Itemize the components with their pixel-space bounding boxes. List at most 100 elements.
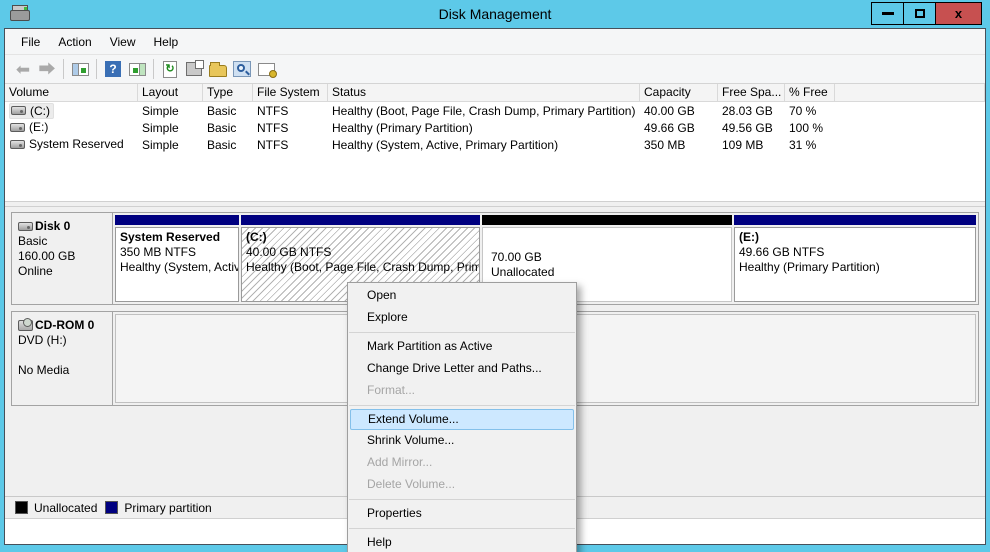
back-icon: ⬅	[15, 59, 31, 79]
menu-view[interactable]: View	[101, 31, 145, 53]
partition-color-band	[734, 215, 976, 225]
title-bar: Disk Management x	[0, 0, 990, 28]
refresh-icon: ↻	[163, 60, 177, 78]
view-button[interactable]	[230, 57, 254, 81]
menu-separator	[349, 332, 575, 333]
snapin-button[interactable]	[254, 57, 278, 81]
partition-title: (E:)	[739, 230, 759, 244]
partition-system-reserved[interactable]: System Reserved 350 MB NTFS Healthy (Sys…	[115, 215, 239, 302]
disk-name: CD-ROM 0	[35, 318, 95, 332]
menu-item-delete-volume: Delete Volume...	[367, 477, 456, 491]
minimize-icon	[881, 12, 894, 15]
column-header-volume[interactable]: Volume	[5, 84, 138, 102]
partition-status: Healthy (Boot, Page File, Crash Dump, Pr…	[246, 260, 479, 274]
help-button[interactable]: ?	[101, 57, 125, 81]
context-menu: Open Explore Mark Partition as Active Ch…	[347, 282, 577, 552]
search-icon	[233, 61, 251, 77]
open-folder-icon	[209, 61, 227, 77]
volume-type: Basic	[207, 137, 237, 152]
volume-icon	[10, 122, 25, 132]
volume-file-system: NTFS	[257, 103, 289, 118]
toolbar: ⬅ ⮕ ? ↻	[5, 55, 985, 84]
legend-label: Primary partition	[124, 500, 212, 515]
column-header-pct-free[interactable]: % Free	[785, 84, 835, 102]
menu-item-shrink-volume[interactable]: Shrink Volume...	[348, 430, 576, 452]
partition-status: Healthy (Primary Partition)	[739, 260, 880, 274]
table-row-volume-c[interactable]: (C:) Simple Basic NTFS Healthy (Boot, Pa…	[5, 102, 985, 119]
partition-size: 70.00 GB	[491, 249, 542, 264]
menu-file[interactable]: File	[12, 31, 49, 53]
column-header-capacity[interactable]: Capacity	[640, 84, 718, 102]
menu-separator	[349, 499, 575, 500]
volume-free-space: 109 MB	[722, 137, 764, 152]
volume-icon	[11, 106, 26, 115]
partition-size: 350 MB NTFS	[120, 245, 197, 259]
menu-item-properties[interactable]: Properties	[348, 503, 576, 525]
column-header-layout[interactable]: Layout	[138, 84, 203, 102]
toolbar-separator	[96, 59, 97, 79]
column-header-type[interactable]: Type	[203, 84, 253, 102]
volume-list: Volume Layout Type File System Status Ca…	[5, 84, 985, 201]
show-console-tree-button[interactable]	[68, 57, 92, 81]
menu-item-open[interactable]: Open	[348, 285, 576, 307]
menu-item-extend-volume[interactable]: Extend Volume...	[350, 409, 574, 430]
partition-status: Unallocated	[491, 264, 555, 279]
partition-e[interactable]: (E:) 49.66 GB NTFS Healthy (Primary Part…	[734, 215, 976, 302]
column-header-filler	[835, 84, 985, 102]
partition-size: 49.66 GB NTFS	[739, 245, 825, 259]
table-row-volume-system-reserved[interactable]: System Reserved Simple Basic NTFS Health…	[5, 136, 985, 153]
volume-name: (E:)	[29, 120, 49, 135]
maximize-button[interactable]	[903, 2, 936, 25]
properties-icon	[186, 60, 204, 76]
cdrom-0-info[interactable]: CD-ROM 0 DVD (H:) No Media	[12, 312, 113, 405]
menu-item-add-mirror: Add Mirror...	[367, 455, 433, 469]
disk-state: No Media	[18, 363, 70, 377]
volume-pct-free: 70 %	[789, 103, 817, 118]
column-header-file-system[interactable]: File System	[253, 84, 328, 102]
toolbar-separator	[153, 59, 154, 79]
show-console-tree-icon	[71, 62, 89, 76]
partition-title: System Reserved	[120, 230, 221, 244]
refresh-button[interactable]: ↻	[158, 57, 182, 81]
menu-item-change-drive-letter[interactable]: Change Drive Letter and Paths...	[348, 358, 576, 380]
close-icon: x	[954, 6, 963, 21]
disk-size: 160.00 GB	[18, 249, 76, 263]
volume-capacity: 49.66 GB	[644, 120, 695, 135]
volume-layout: Simple	[142, 120, 179, 135]
menu-help[interactable]: Help	[145, 31, 188, 53]
volume-icon	[10, 139, 25, 149]
partition-title: (C:)	[246, 230, 267, 244]
snapin-settings-icon	[257, 62, 277, 78]
volume-name: System Reserved	[29, 137, 124, 152]
volume-capacity: 40.00 GB	[644, 103, 695, 118]
show-action-pane-button[interactable]	[125, 57, 149, 81]
legend-item-primary-partition: Primary partition	[105, 500, 212, 515]
forward-button[interactable]: ⮕	[35, 57, 59, 81]
close-button[interactable]: x	[935, 2, 982, 25]
primary-partition-swatch	[105, 501, 119, 514]
volume-file-system: NTFS	[257, 137, 289, 152]
volume-status: Healthy (System, Active, Primary Partiti…	[332, 137, 559, 152]
menu-item-explore[interactable]: Explore	[348, 307, 576, 329]
show-action-pane-icon	[128, 62, 146, 76]
open-button[interactable]	[206, 57, 230, 81]
menu-item-help[interactable]: Help	[348, 532, 576, 552]
volume-name: (C:)	[30, 103, 50, 118]
menu-separator	[349, 528, 575, 529]
menu-item-mark-partition-active[interactable]: Mark Partition as Active	[348, 336, 576, 358]
disk-0-info[interactable]: Disk 0 Basic 160.00 GB Online	[12, 213, 113, 304]
volume-pct-free: 31 %	[789, 137, 817, 152]
back-button[interactable]: ⬅	[11, 57, 35, 81]
volume-capacity: 350 MB	[644, 137, 686, 152]
menu-action[interactable]: Action	[49, 31, 100, 53]
table-row-volume-e[interactable]: (E:) Simple Basic NTFS Healthy (Primary …	[5, 119, 985, 136]
volume-status: Healthy (Boot, Page File, Crash Dump, Pr…	[332, 103, 636, 118]
column-header-status[interactable]: Status	[328, 84, 640, 102]
legend-item-unallocated: Unallocated	[15, 501, 97, 515]
minimize-button[interactable]	[871, 2, 904, 25]
column-header-free-space[interactable]: Free Spa...	[718, 84, 785, 102]
volume-layout: Simple	[142, 137, 179, 152]
properties-button[interactable]	[182, 57, 206, 81]
volume-list-header: Volume Layout Type File System Status Ca…	[5, 84, 985, 102]
volume-type: Basic	[207, 120, 237, 135]
